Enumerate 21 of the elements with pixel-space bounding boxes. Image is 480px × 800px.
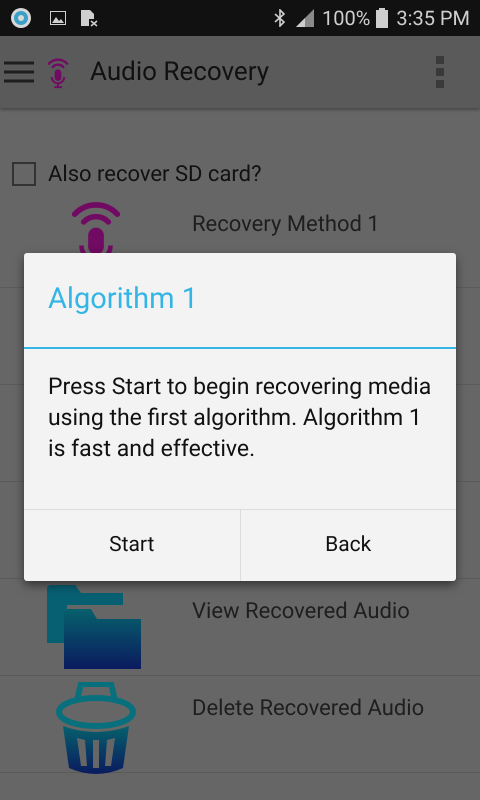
menu-label: View Recovered Audio	[192, 598, 410, 626]
signal-icon	[296, 9, 314, 27]
bluetooth-icon	[274, 9, 286, 27]
battery-percent: 100%	[322, 5, 370, 32]
battery-icon	[376, 8, 388, 28]
dialog-message: Press Start to begin recovering media using the first algorithm. Algorithm 1 is fast and effective.	[48, 372, 432, 464]
menu-icon[interactable]	[4, 61, 34, 83]
menu-row[interactable]: Delete Recovered Audio	[0, 676, 480, 773]
trash-icon	[55, 682, 137, 776]
menu-label: Delete Recovered Audio	[192, 695, 424, 723]
more-options-icon[interactable]	[436, 56, 444, 88]
dialog-button[interactable]: Back	[240, 510, 456, 581]
checkbox-label: Also recover SD card?	[48, 160, 262, 188]
image-icon	[50, 11, 66, 25]
menu-label: Recovery Method 1	[192, 211, 380, 239]
checkbox[interactable]	[12, 162, 36, 186]
sim-icon	[80, 9, 98, 27]
app-title: Audio Recovery	[90, 56, 270, 88]
clock: 3:35 PM	[396, 5, 470, 32]
dialog-button[interactable]: Start	[24, 510, 240, 581]
app-notification-icon	[10, 7, 32, 29]
